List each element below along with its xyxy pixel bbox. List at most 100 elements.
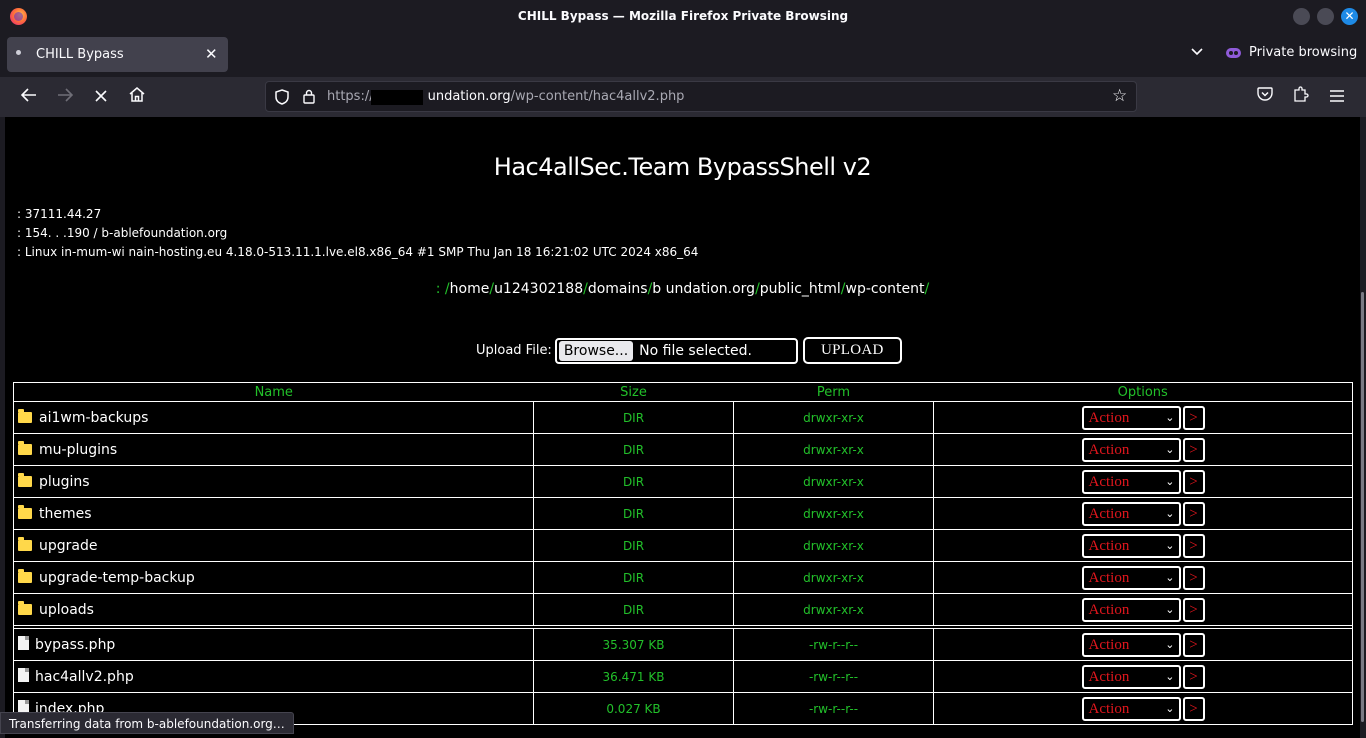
perm-cell[interactable]: drwxr-xr-x (733, 593, 934, 626)
action-select[interactable]: Action ⌄ (1081, 533, 1181, 558)
entry-name[interactable]: upgrade (39, 538, 97, 554)
tab-close-icon[interactable]: ✕ (205, 45, 218, 63)
entry-name[interactable]: ai1wm-backups (39, 410, 148, 426)
name-cell[interactable]: upgrade-temp-backup (13, 561, 534, 594)
entry-name[interactable]: themes (39, 506, 92, 522)
table-row: upgrade-temp-backup DIR drwxr-xr-x Action ⌄ > (13, 561, 1353, 594)
upload-button[interactable]: UPLOAD (802, 337, 902, 364)
name-cell[interactable]: uploads (13, 593, 534, 626)
path-segment[interactable]: wp-content (846, 281, 925, 297)
go-button[interactable]: > (1182, 533, 1205, 558)
chevron-down-icon: ⌄ (1165, 506, 1175, 520)
perm-cell[interactable]: drwxr-xr-x (733, 465, 934, 498)
entry-name[interactable]: bypass.php (35, 637, 115, 653)
back-arrow-icon[interactable] (17, 85, 41, 109)
name-cell[interactable]: ai1wm-backups (13, 401, 534, 434)
table-row: bypass.php 35.307 KB -rw-r--r-- Action ⌄ > (13, 628, 1353, 661)
action-select[interactable]: Action ⌄ (1081, 437, 1181, 462)
action-select[interactable]: Action ⌄ (1081, 469, 1181, 494)
minimize-button[interactable] (1293, 8, 1310, 25)
go-button[interactable]: > (1182, 565, 1205, 590)
perm-cell[interactable]: -rw-r--r-- (733, 660, 934, 693)
entry-name[interactable]: plugins (39, 474, 90, 490)
close-window-button[interactable]: ✕ (1341, 8, 1358, 25)
options-cell: Action ⌄ > (933, 465, 1353, 498)
action-select[interactable]: Action ⌄ (1081, 565, 1181, 590)
go-button[interactable]: > (1182, 664, 1205, 689)
hamburger-menu-icon[interactable] (1325, 85, 1349, 109)
private-mask-icon (1226, 47, 1241, 58)
name-cell[interactable]: plugins (13, 465, 534, 498)
name-cell[interactable]: themes (13, 497, 534, 530)
lock-icon[interactable] (303, 89, 315, 108)
scrollbar-thumb[interactable] (1361, 292, 1364, 722)
go-button[interactable]: > (1182, 696, 1205, 721)
perm-cell[interactable]: drwxr-xr-x (733, 401, 934, 434)
path-segment[interactable]: u124302188 (494, 281, 583, 297)
action-select[interactable]: Action ⌄ (1081, 405, 1181, 430)
list-all-tabs-chevron-down-icon[interactable] (1191, 45, 1203, 60)
perm-cell[interactable]: drwxr-xr-x (733, 561, 934, 594)
size-cell: 36.471 KB (533, 660, 734, 693)
action-select[interactable]: Action ⌄ (1081, 597, 1181, 622)
perm-cell[interactable]: drwxr-xr-x (733, 433, 934, 466)
perm-cell[interactable]: -rw-r--r-- (733, 692, 934, 725)
entry-name[interactable]: upgrade-temp-backup (39, 570, 195, 586)
name-cell[interactable]: hac4allv2.php (13, 660, 534, 693)
go-button[interactable]: > (1182, 469, 1205, 494)
pocket-icon[interactable] (1253, 85, 1277, 109)
options-cell: Action ⌄ > (933, 529, 1353, 562)
path-segment[interactable]: public_html (760, 281, 841, 297)
column-header-options: Options (1117, 384, 1168, 400)
perm-cell[interactable]: drwxr-xr-x (733, 529, 934, 562)
action-select[interactable]: Action ⌄ (1081, 501, 1181, 526)
page-scrollbar[interactable] (1360, 117, 1366, 738)
go-button[interactable]: > (1182, 501, 1205, 526)
action-select[interactable]: Action ⌄ (1081, 664, 1181, 689)
size-cell: DIR (533, 401, 734, 434)
path-segment[interactable]: home (450, 281, 490, 297)
table-row: mu-plugins DIR drwxr-xr-x Action ⌄ > (13, 433, 1353, 466)
tab-label: CHILL Bypass (36, 47, 124, 62)
bookmark-star-icon[interactable]: ☆ (1112, 86, 1127, 106)
file-icon (18, 636, 29, 650)
go-button[interactable]: > (1182, 632, 1205, 657)
address-bar[interactable]: https://undation.org/wp-content/hac4allv… (265, 81, 1137, 112)
name-cell[interactable]: upgrade (13, 529, 534, 562)
tab-loading-icon (16, 50, 21, 55)
maximize-button[interactable] (1317, 8, 1334, 25)
column-header-perm: Perm (816, 384, 851, 400)
perm-cell[interactable]: drwxr-xr-x (733, 497, 934, 530)
chevron-down-icon: ⌄ (1165, 701, 1175, 715)
action-select[interactable]: Action ⌄ (1081, 632, 1181, 657)
file-input[interactable]: Browse... No file selected. (554, 337, 798, 364)
chevron-down-icon: ⌄ (1165, 538, 1175, 552)
table-row: upgrade DIR drwxr-xr-x Action ⌄ > (13, 529, 1353, 562)
perm-cell[interactable]: -rw-r--r-- (733, 628, 934, 661)
tracking-protection-shield-icon[interactable] (275, 89, 289, 109)
go-button[interactable]: > (1182, 437, 1205, 462)
entry-name[interactable]: uploads (39, 602, 94, 618)
home-icon[interactable] (125, 85, 149, 109)
name-cell[interactable]: bypass.php (13, 628, 534, 661)
table-header-row: Name Size Perm Options (14, 383, 1353, 402)
uname-line: : Linux in-mum-wi nain-hosting.eu 4.18.0… (17, 245, 699, 259)
status-bar: Transferring data from b-ablefoundation.… (0, 712, 294, 734)
entry-name[interactable]: hac4allv2.php (35, 669, 134, 685)
path-segment[interactable]: domains (588, 281, 648, 297)
action-select[interactable]: Action ⌄ (1081, 696, 1181, 721)
name-cell[interactable]: mu-plugins (13, 433, 534, 466)
stop-loading-x-icon[interactable] (89, 85, 113, 109)
size-cell: 0.027 KB (533, 692, 734, 725)
forward-arrow-icon[interactable] (53, 85, 77, 109)
path-segment[interactable]: b undation.org (652, 281, 755, 297)
go-button[interactable]: > (1182, 405, 1205, 430)
extensions-puzzle-icon[interactable] (1289, 85, 1313, 109)
table-row: themes DIR drwxr-xr-x Action ⌄ > (13, 497, 1353, 530)
table-row: plugins DIR drwxr-xr-x Action ⌄ > (13, 465, 1353, 498)
browse-button[interactable]: Browse... (558, 340, 634, 361)
entry-name[interactable]: mu-plugins (39, 442, 117, 458)
tab-chill-bypass[interactable]: CHILL Bypass ✕ (7, 37, 228, 72)
go-button[interactable]: > (1182, 597, 1205, 622)
size-cell: DIR (533, 593, 734, 626)
